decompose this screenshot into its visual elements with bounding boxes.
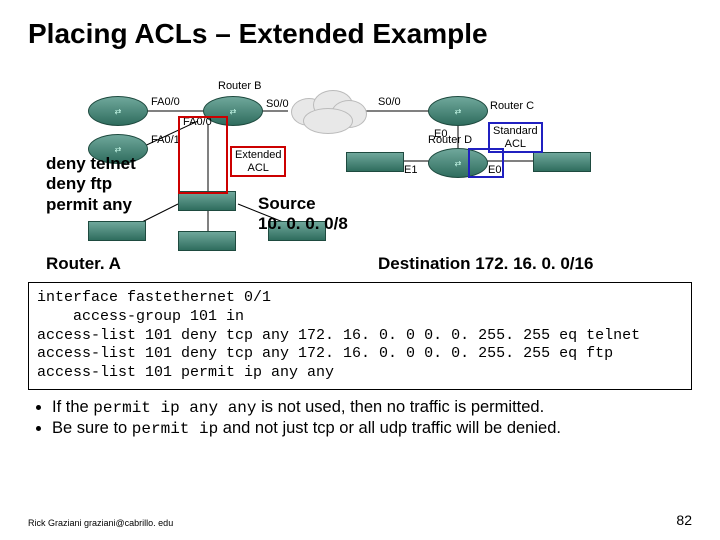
label-router-d: Router D bbox=[428, 134, 472, 146]
label-fa00-a: FA0/0 bbox=[151, 96, 180, 108]
ext-acl-highlight bbox=[178, 116, 228, 194]
std-acl-highlight bbox=[468, 148, 504, 178]
cfg-l4: access-list 101 deny tcp any 172. 16. 0.… bbox=[37, 345, 613, 362]
switch-left-d bbox=[346, 152, 404, 172]
slide-title: Placing ACLs – Extended Example bbox=[28, 18, 692, 50]
bullet-2: Be sure to permit ip and not just tcp or… bbox=[52, 419, 692, 438]
footer: Rick Graziani graziani@cabrillo. edu 82 bbox=[28, 512, 692, 528]
router-name: Router. A bbox=[46, 254, 121, 274]
switch-pc2 bbox=[178, 231, 236, 251]
ext-line2: ACL bbox=[235, 162, 281, 175]
rule-deny-ftp: deny ftp bbox=[46, 174, 136, 194]
bullet-1: If the permit ip any any is not used, th… bbox=[52, 398, 692, 417]
router-a-top: ⇄ bbox=[88, 96, 148, 126]
cfg-l5: access-list 101 permit ip any any bbox=[37, 364, 334, 381]
wan-cloud bbox=[283, 86, 373, 136]
ext-line1: Extended bbox=[235, 149, 281, 162]
rule-permit-any: permit any bbox=[46, 195, 136, 215]
b2-post: and not just tcp or all udp traffic will… bbox=[218, 419, 561, 437]
rule-deny-telnet: deny telnet bbox=[46, 154, 136, 174]
switch-right-d bbox=[533, 152, 591, 172]
label-fa01-a: FA0/1 bbox=[151, 134, 180, 146]
switch-pc1 bbox=[88, 221, 146, 241]
source-label: Source bbox=[258, 194, 348, 214]
destination-label: Destination 172. 16. 0. 0/16 bbox=[378, 254, 593, 274]
router-c: ⇄ bbox=[428, 96, 488, 126]
b1-post: is not used, then no traffic is permitte… bbox=[257, 398, 545, 416]
std-line1: Standard bbox=[493, 125, 538, 138]
footer-page: 82 bbox=[676, 512, 692, 528]
source-overlay: Source 10. 0. 0. 0/8 bbox=[258, 194, 348, 235]
b1-code: permit ip any any bbox=[93, 399, 256, 417]
cfg-l2: access-group 101 in bbox=[37, 308, 244, 325]
label-router-b: Router B bbox=[218, 80, 261, 92]
extended-acl-box: Extended ACL bbox=[230, 146, 286, 177]
bullet-list: If the permit ip any any is not used, th… bbox=[28, 398, 692, 438]
cfg-l1: interface fastethernet 0/1 bbox=[37, 289, 271, 306]
label-router-c: Router C bbox=[490, 100, 534, 112]
network-diagram: ⇄ ⇄ FA0/0 FA0/1 ⇄ Router B FA0/0 S0/0 ⇄ … bbox=[28, 56, 692, 256]
config-box: interface fastethernet 0/1 access-group … bbox=[28, 282, 692, 390]
rules-overlay: deny telnet deny ftp permit any bbox=[46, 154, 136, 215]
b1-pre: If the bbox=[52, 398, 93, 416]
b2-code: permit ip bbox=[132, 420, 218, 438]
label-s00-c: S0/0 bbox=[378, 96, 401, 108]
switch-center bbox=[178, 191, 236, 211]
cfg-l3: access-list 101 deny tcp any 172. 16. 0.… bbox=[37, 327, 640, 344]
footer-author: Rick Graziani graziani@cabrillo. edu bbox=[28, 518, 173, 528]
source-net: 10. 0. 0. 0/8 bbox=[258, 214, 348, 234]
label-e1-d: E1 bbox=[404, 164, 417, 176]
b2-pre: Be sure to bbox=[52, 419, 132, 437]
